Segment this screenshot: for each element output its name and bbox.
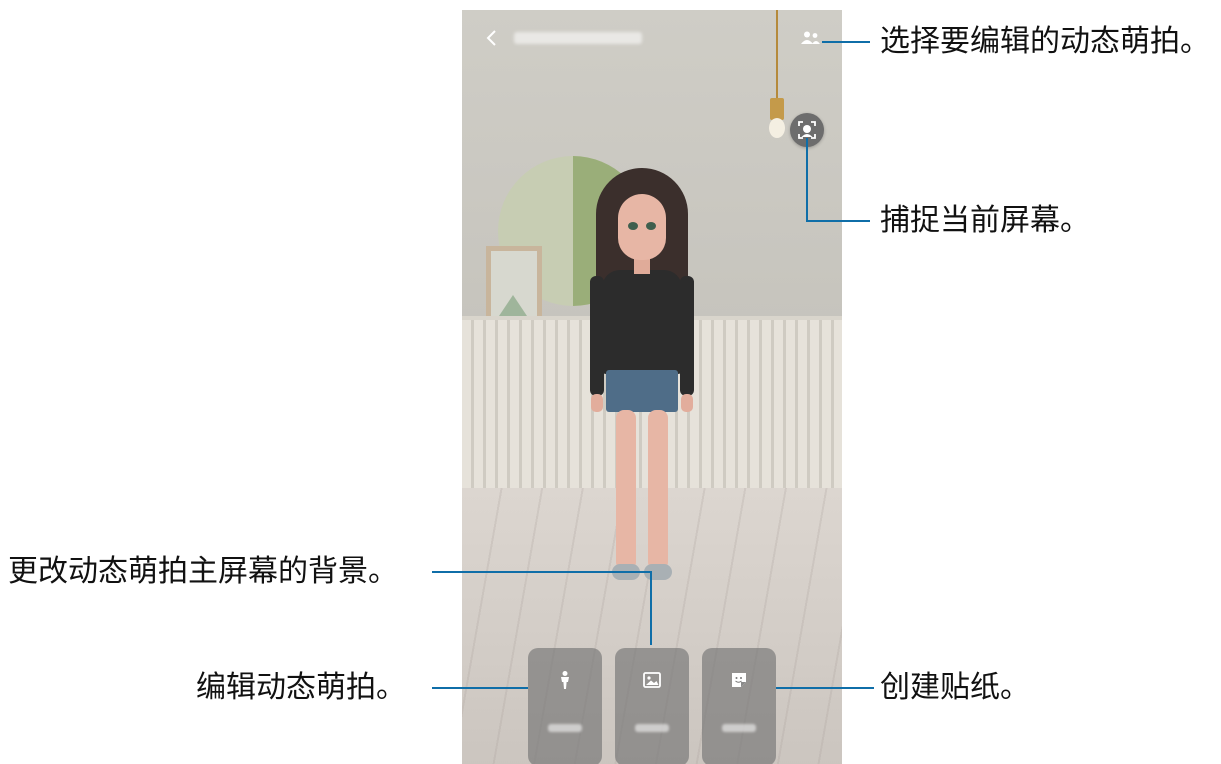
avatar-left-hand xyxy=(591,394,603,412)
lamp-cap xyxy=(770,98,784,120)
avatar-right-leg xyxy=(648,410,668,570)
avatar-shorts xyxy=(606,370,678,412)
edit-avatar-button[interactable] xyxy=(528,648,602,764)
callout-sticker: 创建贴纸。 xyxy=(880,670,1030,705)
people-icon[interactable] xyxy=(800,30,822,46)
callout-select: 选择要编辑的动态萌拍。 xyxy=(880,24,1210,59)
avatar-face xyxy=(618,194,666,260)
callout-background: 更改动态萌拍主屏幕的背景。 xyxy=(8,554,398,589)
avatar-right-hand xyxy=(681,394,693,412)
avatar-left-eye xyxy=(628,222,638,230)
avatar[interactable] xyxy=(586,164,698,594)
avatar-right-eye xyxy=(646,222,656,230)
lamp-bulb xyxy=(769,118,785,138)
callout-line-background-horizontal xyxy=(432,571,652,573)
callout-capture: 捕捉当前屏幕。 xyxy=(880,203,1090,238)
callout-line-background-vertical xyxy=(650,571,652,645)
background-label-blurred xyxy=(635,724,669,732)
create-sticker-button[interactable] xyxy=(702,648,776,764)
callout-line-sticker xyxy=(776,687,874,689)
phone-screen xyxy=(462,10,842,764)
callout-line-edit xyxy=(432,687,528,689)
sticker-icon xyxy=(732,673,746,687)
avatar-sweater xyxy=(602,270,682,374)
avatar-neck xyxy=(634,258,650,274)
image-icon xyxy=(643,672,661,688)
avatar-right-arm xyxy=(680,276,694,396)
callout-line-capture-vertical xyxy=(806,138,808,222)
person-icon xyxy=(561,671,569,689)
lamp-cord xyxy=(776,10,778,100)
callout-edit: 编辑动态萌拍。 xyxy=(196,670,406,705)
chevron-left-icon[interactable] xyxy=(484,28,500,48)
background-button[interactable] xyxy=(615,648,689,764)
avatar-left-leg xyxy=(616,410,636,570)
callout-line-capture-horizontal xyxy=(806,220,870,222)
sticker-label-blurred xyxy=(722,724,756,732)
edit-label-blurred xyxy=(548,724,582,732)
callout-line-select xyxy=(822,41,870,43)
screen-title-blurred xyxy=(514,32,642,44)
